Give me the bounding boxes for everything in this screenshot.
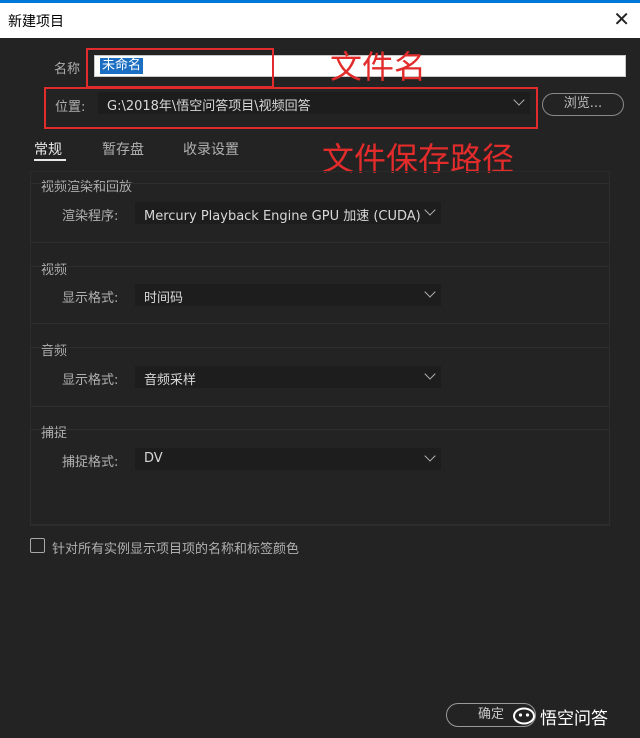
audio-format-dropdown[interactable]: 音频采样 xyxy=(135,366,441,388)
chevron-down-icon xyxy=(424,368,436,380)
capture-format-value: DV xyxy=(144,451,163,466)
chevron-down-icon xyxy=(424,204,436,216)
close-icon[interactable]: ✕ xyxy=(613,7,630,31)
show-names-checkbox[interactable] xyxy=(30,538,45,553)
filename-highlight-box xyxy=(86,48,274,88)
window-title: 新建项目 xyxy=(8,14,64,30)
filename-annotation: 文件名 xyxy=(330,48,427,86)
capture-format-dropdown[interactable]: DV xyxy=(135,448,441,470)
capture-format-label: 捕捉格式: xyxy=(62,455,119,470)
active-tab-indicator xyxy=(34,159,66,161)
video-format-value: 时间码 xyxy=(144,291,184,306)
chevron-down-icon xyxy=(424,450,436,462)
renderer-dropdown[interactable]: Mercury Playback Engine GPU 加速 (CUDA) xyxy=(135,202,441,224)
audio-format-value: 音频采样 xyxy=(144,373,197,388)
tab-general[interactable]: 常规 xyxy=(34,139,62,159)
renderer-label: 渲染程序: xyxy=(62,209,119,224)
dialog-body: 名称 未命名 位置: G:\2018年\悟空问答项目\视频回答 浏览... 文件… xyxy=(0,38,640,738)
tab-scratch-disks[interactable]: 暂存盘 xyxy=(102,139,144,159)
chevron-down-icon xyxy=(424,286,436,298)
title-bar: 新建项目 ✕ xyxy=(0,0,640,38)
name-label: 名称 xyxy=(54,62,81,77)
video-format-label: 显示格式: xyxy=(62,291,119,306)
audio-format-label: 显示格式: xyxy=(62,373,119,388)
tab-ingest-settings[interactable]: 收录设置 xyxy=(183,139,239,159)
wukong-logo-icon xyxy=(513,707,535,725)
video-format-dropdown[interactable]: 时间码 xyxy=(135,284,441,306)
show-names-label: 针对所有实例显示项目项的名称和标签颜色 xyxy=(52,542,300,557)
path-highlight-box xyxy=(44,87,538,129)
watermark-text: 悟空问答 xyxy=(540,709,608,729)
browse-button[interactable]: 浏览... xyxy=(542,93,624,116)
capture-section xyxy=(30,429,610,525)
renderer-value: Mercury Playback Engine GPU 加速 (CUDA) xyxy=(144,209,421,224)
